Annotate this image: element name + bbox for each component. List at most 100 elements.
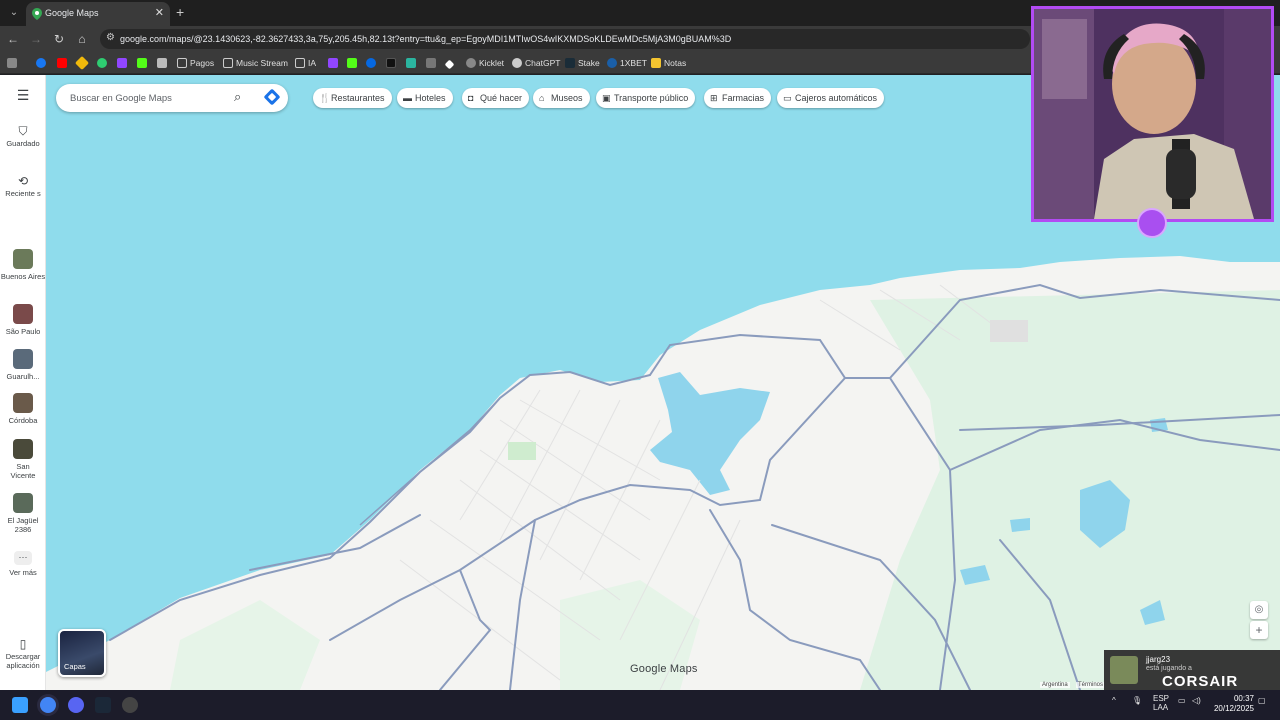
bookmark-tool-icon[interactable]	[157, 56, 170, 70]
steam-taskbar-icon[interactable]	[95, 697, 111, 713]
bookmark-label: Stake	[578, 58, 600, 68]
notifications-icon[interactable]: ▢	[1258, 696, 1266, 705]
chip-transit[interactable]: ▣ Transporte público	[596, 88, 696, 108]
zoom-in-button[interactable]: +	[1250, 621, 1268, 639]
tiktok-bookmark-icon[interactable]	[386, 56, 399, 70]
bookmark-kicklet[interactable]: Kicklet	[466, 56, 504, 70]
rail-more[interactable]: ··· Ver más	[0, 551, 46, 577]
url-text: google.com/maps/@23.1430623,-82.3627433,…	[120, 34, 732, 44]
bookmark-diamond-icon[interactable]	[444, 56, 456, 70]
tab-title: Google Maps	[45, 8, 99, 18]
rail-more-label: Ver más	[9, 568, 37, 577]
google-maps-logo: Google Maps	[630, 663, 698, 675]
recent-place-3[interactable]: Córdoba	[0, 393, 46, 425]
recent-place-2[interactable]: Guarulh...	[0, 349, 46, 381]
search-input[interactable]: Buscar en Google Maps	[70, 93, 172, 104]
meta-bookmark-icon[interactable]	[366, 56, 379, 70]
museum-icon: ⌂	[539, 93, 545, 103]
tab-search-icon[interactable]: ⌄	[6, 5, 22, 21]
fork-knife-icon: 🍴	[319, 93, 331, 103]
camera-icon: ◘	[468, 93, 474, 103]
tray-overflow-icon[interactable]: ^	[1112, 696, 1116, 705]
chip-label: Hoteles	[415, 93, 446, 103]
language-indicator[interactable]: ESP LAA	[1153, 694, 1169, 712]
alert-avatar	[1110, 656, 1138, 684]
place-label: San Vicente	[10, 462, 36, 480]
site-info-icon[interactable]: ⚙	[106, 32, 115, 43]
place-label: Guarulh...	[6, 372, 40, 381]
layers-button[interactable]: Capas	[58, 629, 106, 677]
recent-place-0[interactable]: Buenos Aires	[0, 249, 46, 281]
lang-top: ESP	[1153, 694, 1170, 703]
tab-google-maps[interactable]: Google Maps ✕	[26, 2, 170, 26]
bookmark-stake[interactable]: Stake	[565, 56, 600, 70]
close-tab-icon[interactable]: ✕	[155, 6, 164, 19]
network-icon[interactable]: ▭	[1178, 696, 1186, 705]
bookmark-ia[interactable]: IA	[295, 56, 316, 70]
search-icon[interactable]: ⌕	[234, 89, 241, 105]
kick-bookmark-icon[interactable]	[347, 56, 360, 70]
search-box[interactable]: Buscar en Google Maps ⌕	[56, 84, 288, 112]
webcam-overlay	[1031, 6, 1274, 222]
chip-label: Cajeros automáticos	[795, 93, 878, 103]
bookmark-misc-icon[interactable]	[426, 56, 439, 70]
menu-icon[interactable]: ☰	[0, 87, 46, 103]
lang-bottom: LAA	[1153, 703, 1169, 712]
rail-recents[interactable]: ⟲ Reciente s	[0, 175, 46, 198]
bookmark-icon: ⛉	[18, 124, 28, 138]
bookmark-notas[interactable]: Notas	[651, 56, 686, 70]
bookmark-chatgpt[interactable]: ChatGPT	[512, 56, 560, 70]
new-tab-icon[interactable]: +	[176, 4, 184, 20]
windows-start-icon[interactable]	[12, 697, 28, 713]
chip-pharmacies[interactable]: ⊞ Farmacias	[704, 88, 772, 108]
obs-taskbar-icon[interactable]	[122, 697, 138, 713]
system-clock[interactable]: 00:37 20/12/2025	[1212, 694, 1254, 714]
rail-download[interactable]: ▯ Descargar aplicación	[0, 638, 46, 670]
rail-saved[interactable]: ⛉ Guardado	[0, 124, 46, 148]
binance-bookmark-icon[interactable]	[74, 55, 90, 71]
clock-time: 00:37	[1233, 694, 1254, 703]
back-icon[interactable]: ←	[5, 31, 21, 47]
facebook-bookmark-icon[interactable]	[36, 56, 49, 70]
bookmark-pagos[interactable]: Pagos	[177, 56, 214, 70]
chip-hotels[interactable]: ▬ Hoteles	[397, 88, 453, 108]
twitch-bookmark-icon[interactable]	[328, 56, 341, 70]
recent-place-1[interactable]: São Paulo	[0, 304, 46, 336]
volume-icon[interactable]: ◁)	[1192, 696, 1201, 705]
reload-icon[interactable]: ↻	[51, 31, 67, 47]
chip-things-to-do[interactable]: ◘ Qué hacer	[462, 88, 530, 108]
place-label: São Paulo	[5, 327, 41, 336]
more-icon: ···	[14, 551, 32, 565]
forward-icon[interactable]: →	[28, 31, 44, 47]
hamburger-icon: ☰	[16, 87, 30, 103]
home-icon[interactable]: ⌂	[74, 31, 90, 47]
kick-bookmark-icon[interactable]	[137, 56, 150, 70]
my-location-icon[interactable]: ◎	[1250, 601, 1268, 619]
corsair-logo: CORSAIR	[1162, 673, 1239, 690]
bookmark-label: Music Stream	[236, 58, 288, 68]
chip-museums[interactable]: ⌂ Museos	[533, 88, 590, 108]
chip-atms[interactable]: ▭ Cajeros automáticos	[777, 88, 885, 108]
address-bar[interactable]: ⚙ google.com/maps/@23.1430623,-82.362743…	[100, 29, 1030, 49]
map-footer-terms[interactable]: Términos	[1076, 682, 1106, 688]
place-label: Córdoba	[8, 416, 38, 425]
folder-icon	[177, 58, 187, 68]
bookmark-app-icon[interactable]	[406, 56, 419, 70]
discord-taskbar-icon[interactable]	[68, 697, 84, 713]
chrome-taskbar-icon[interactable]	[40, 697, 56, 713]
twitch-bookmark-icon[interactable]	[117, 56, 130, 70]
apps-icon[interactable]	[7, 56, 20, 70]
bookmark-1xbet[interactable]: 1XBET	[607, 56, 647, 70]
place-thumbnail	[13, 439, 33, 459]
recent-place-5[interactable]: El Jagüel 2386	[0, 493, 46, 534]
youtube-bookmark-icon[interactable]	[57, 56, 70, 70]
bookmark-label: Pagos	[190, 58, 215, 68]
atm-icon: ▭	[783, 93, 792, 103]
recent-place-4[interactable]: San Vicente	[0, 439, 46, 480]
microphone-icon[interactable]: 🎙	[1132, 696, 1142, 705]
bookmark-music-stream[interactable]: Music Stream	[223, 56, 288, 70]
bookmark-green-icon[interactable]	[97, 56, 110, 70]
directions-icon[interactable]	[263, 88, 281, 106]
chip-restaurants[interactable]: 🍴 Restaurantes	[313, 88, 392, 108]
bed-icon: ▬	[403, 93, 412, 103]
